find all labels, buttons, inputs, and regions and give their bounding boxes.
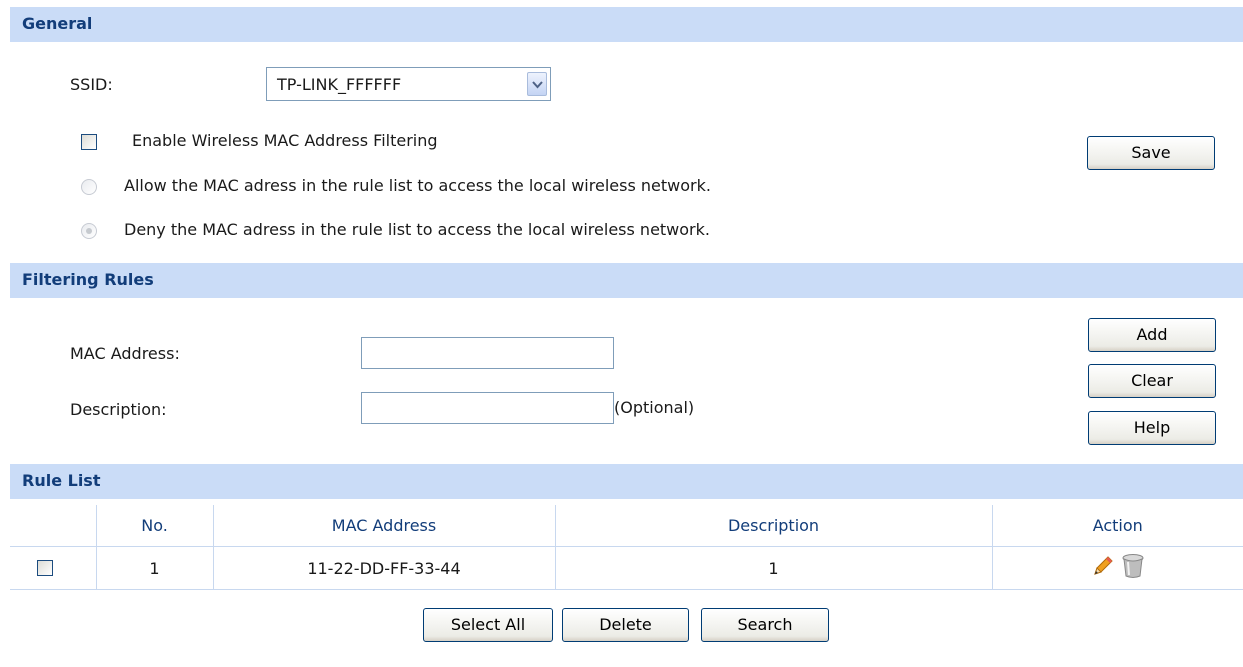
- deny-radio[interactable]: [81, 223, 97, 239]
- select-all-button[interactable]: Select All: [423, 608, 553, 642]
- mac-address-label: MAC Address:: [70, 344, 180, 363]
- filtering-rules-section-header: Filtering Rules: [10, 263, 1243, 298]
- description-label: Description:: [70, 400, 167, 419]
- edit-pencil-icon[interactable]: [1091, 554, 1115, 582]
- radio-selected-dot: [86, 228, 92, 234]
- save-button[interactable]: Save: [1087, 136, 1215, 170]
- row-mac-address: 11-22-DD-FF-33-44: [212, 546, 555, 590]
- rule-list-section-title: Rule List: [22, 471, 101, 490]
- column-header-action: Action: [991, 505, 1243, 547]
- rule-list-table: No. MAC Address Description Action 1 11-…: [10, 505, 1243, 590]
- column-header-mac: MAC Address: [212, 505, 555, 547]
- ssid-label: SSID:: [70, 75, 113, 94]
- row-action-cell: [991, 546, 1243, 590]
- ssid-select[interactable]: TP-LINK_FFFFFF: [266, 67, 551, 101]
- column-header-description: Description: [554, 505, 992, 547]
- allow-radio[interactable]: [81, 179, 97, 195]
- row-select-checkbox[interactable]: [36, 560, 53, 576]
- table-row: 1 11-22-DD-FF-33-44 1: [10, 546, 1243, 590]
- filtering-rules-section-title: Filtering Rules: [22, 270, 154, 289]
- row-description: 1: [554, 546, 992, 590]
- allow-radio-label: Allow the MAC adress in the rule list to…: [124, 176, 711, 195]
- row-no: 1: [95, 546, 213, 590]
- column-header-no: No.: [95, 505, 213, 547]
- clear-button[interactable]: Clear: [1088, 364, 1216, 398]
- optional-hint: (Optional): [614, 398, 695, 417]
- row-select-cell: [10, 546, 96, 590]
- search-button[interactable]: Search: [701, 608, 829, 642]
- deny-radio-label: Deny the MAC adress in the rule list to …: [124, 220, 710, 239]
- ssid-select-value: TP-LINK_FFFFFF: [277, 75, 402, 94]
- table-header-row: No. MAC Address Description Action: [10, 505, 1243, 547]
- description-input[interactable]: [361, 392, 614, 424]
- help-button[interactable]: Help: [1088, 411, 1216, 445]
- general-section-header: General: [10, 7, 1243, 42]
- enable-filtering-label: Enable Wireless MAC Address Filtering: [132, 131, 438, 150]
- enable-filtering-checkbox[interactable]: [81, 134, 97, 150]
- general-section-title: General: [22, 14, 93, 33]
- column-header-select: [10, 505, 96, 547]
- delete-trash-icon[interactable]: [1122, 553, 1144, 583]
- add-button[interactable]: Add: [1088, 318, 1216, 352]
- rule-list-section-header: Rule List: [10, 464, 1243, 499]
- mac-address-input[interactable]: [361, 337, 614, 369]
- delete-button[interactable]: Delete: [562, 608, 689, 642]
- chevron-down-icon[interactable]: [527, 72, 547, 96]
